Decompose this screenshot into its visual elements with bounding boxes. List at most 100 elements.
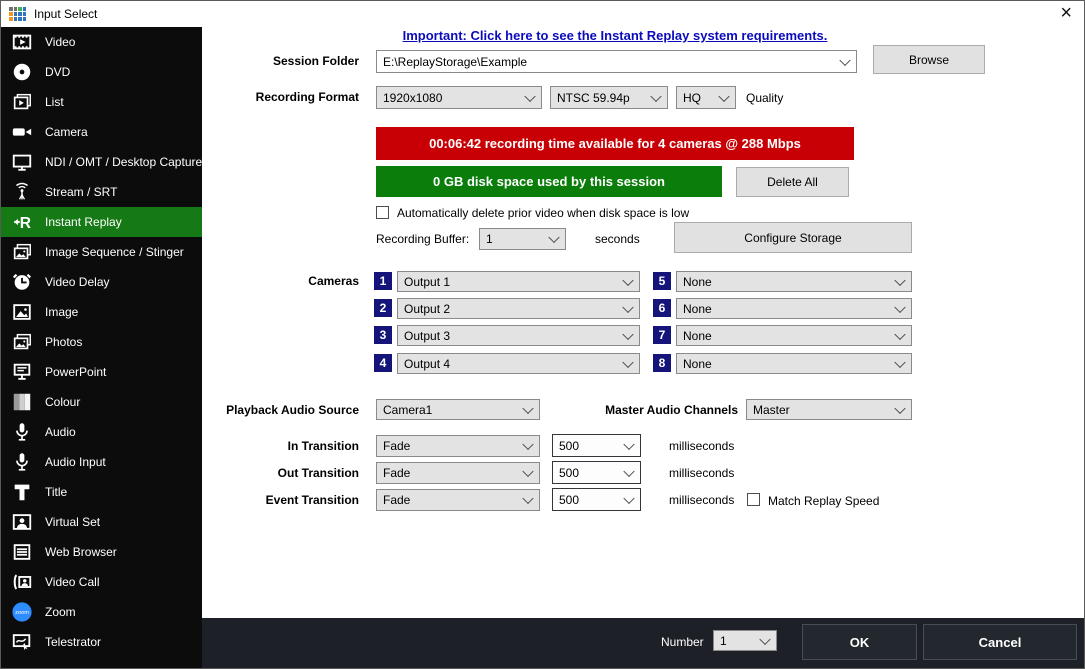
- sidebar-item-image[interactable]: Image: [1, 297, 202, 327]
- ok-button[interactable]: OK: [802, 624, 917, 660]
- event-transition-duration-combo[interactable]: 500: [552, 488, 641, 511]
- camera-6-source-combo[interactable]: None: [676, 298, 912, 319]
- cameras-label: Cameras: [201, 274, 359, 288]
- sidebar-item-camera[interactable]: Camera: [1, 117, 202, 147]
- configure-storage-button[interactable]: Configure Storage: [674, 222, 912, 253]
- microphone-icon: [11, 451, 33, 473]
- out-transition-duration-combo[interactable]: 500: [552, 461, 641, 484]
- camera-number-badge: 2: [374, 299, 392, 317]
- event-transition-unit: milliseconds: [669, 493, 734, 507]
- sidebar-item-web-browser[interactable]: Web Browser: [1, 537, 202, 567]
- camera-number-badge: 8: [653, 354, 671, 372]
- sidebar-item-powerpoint[interactable]: PowerPoint: [1, 357, 202, 387]
- camera-3-source-combo[interactable]: Output 3: [397, 325, 640, 346]
- playback-audio-source-label: Playback Audio Source: [161, 403, 359, 417]
- instant-replay-settings: Important: Click here to see the Instant…: [202, 27, 1084, 618]
- sidebar-item-ndi-omt-desktop-capture[interactable]: NDI / OMT / Desktop Capture: [1, 147, 202, 177]
- chevron-down-icon: [622, 328, 633, 339]
- out-transition-type-combo[interactable]: Fade: [376, 462, 540, 484]
- system-requirements-link[interactable]: Important: Click here to see the Instant…: [376, 28, 854, 43]
- chevron-down-icon: [650, 90, 661, 101]
- chevron-down-icon: [623, 438, 634, 449]
- video-icon: [11, 31, 33, 53]
- sidebar-item-label: Instant Replay: [45, 215, 122, 229]
- sidebar-item-dvd[interactable]: DVD: [1, 57, 202, 87]
- cancel-button[interactable]: Cancel: [923, 624, 1077, 660]
- sidebar-item-label: Audio Input: [45, 455, 106, 469]
- chevron-down-icon: [622, 274, 633, 285]
- image-icon: [11, 301, 33, 323]
- recording-buffer-unit: seconds: [595, 232, 640, 246]
- camera-number-badge: 7: [653, 326, 671, 344]
- sidebar-item-label: Image: [45, 305, 78, 319]
- camera-number-badge: 6: [653, 299, 671, 317]
- camera-4-source-combo[interactable]: Output 4: [397, 353, 640, 374]
- match-replay-speed-checkbox[interactable]: [747, 493, 760, 506]
- powerpoint-icon: [11, 361, 33, 383]
- sidebar-item-label: Photos: [45, 335, 82, 349]
- camera-8-source-combo[interactable]: None: [676, 353, 912, 374]
- event-transition-type-combo[interactable]: Fade: [376, 489, 540, 511]
- sidebar-item-video-delay[interactable]: Video Delay: [1, 267, 202, 297]
- auto-delete-checkbox[interactable]: [376, 206, 389, 219]
- sidebar-item-label: Telestrator: [45, 635, 101, 649]
- sidebar-item-label: Virtual Set: [45, 515, 100, 529]
- chevron-down-icon: [718, 90, 729, 101]
- sidebar-item-zoom[interactable]: Zoom: [1, 597, 202, 627]
- sidebar-item-stream-srt[interactable]: Stream / SRT: [1, 177, 202, 207]
- in-transition-duration-combo[interactable]: 500: [552, 434, 641, 457]
- camera-7-source-combo[interactable]: None: [676, 325, 912, 346]
- chevron-down-icon: [839, 54, 850, 65]
- recording-format-label: Recording Format: [181, 90, 359, 104]
- number-combo[interactable]: 1: [713, 630, 777, 651]
- sidebar-item-label: Stream / SRT: [45, 185, 117, 199]
- video-call-icon: [11, 571, 33, 593]
- camera-1-source-combo[interactable]: Output 1: [397, 271, 640, 292]
- camera-2-source-combo[interactable]: Output 2: [397, 298, 640, 319]
- sidebar-item-list[interactable]: List: [1, 87, 202, 117]
- match-replay-speed-label: Match Replay Speed: [768, 494, 879, 508]
- camera-number-badge: 3: [374, 326, 392, 344]
- in-transition-type-combo[interactable]: Fade: [376, 435, 540, 457]
- sidebar-item-video-call[interactable]: Video Call: [1, 567, 202, 597]
- camera-icon: [11, 121, 33, 143]
- playback-audio-source-combo[interactable]: Camera1: [376, 399, 540, 420]
- disk-space-banner: 0 GB disk space used by this session: [376, 166, 722, 197]
- in-transition-label: In Transition: [161, 439, 359, 453]
- master-audio-channels-combo[interactable]: Master: [746, 399, 912, 420]
- sidebar-item-instant-replay[interactable]: Instant Replay: [1, 207, 202, 237]
- chevron-down-icon: [548, 232, 559, 243]
- recording-buffer-combo[interactable]: 1: [479, 228, 566, 250]
- camera-5-source-combo[interactable]: None: [676, 271, 912, 292]
- sidebar-item-label: PowerPoint: [45, 365, 106, 379]
- sidebar-item-label: Image Sequence / Stinger: [45, 245, 184, 259]
- resolution-combo[interactable]: 1920x1080: [376, 86, 542, 109]
- quality-combo[interactable]: HQ: [676, 86, 736, 109]
- in-transition-unit: milliseconds: [669, 439, 734, 453]
- virtual-set-icon: [11, 511, 33, 533]
- sidebar-item-image-sequence-stinger[interactable]: Image Sequence / Stinger: [1, 237, 202, 267]
- sidebar-item-label: Video: [45, 35, 75, 49]
- list-icon: [11, 91, 33, 113]
- chevron-down-icon: [522, 402, 533, 413]
- sidebar-item-label: List: [45, 95, 64, 109]
- camera-number-badge: 1: [374, 272, 392, 290]
- session-folder-combo[interactable]: E:\ReplayStorage\Example: [376, 50, 857, 73]
- sidebar-item-virtual-set[interactable]: Virtual Set: [1, 507, 202, 537]
- sidebar-item-photos[interactable]: Photos: [1, 327, 202, 357]
- chevron-down-icon: [522, 466, 533, 477]
- frame-rate-combo[interactable]: NTSC 59.94p: [550, 86, 668, 109]
- zoom-logo-icon: [11, 601, 33, 623]
- chevron-down-icon: [623, 465, 634, 476]
- browse-button[interactable]: Browse: [873, 45, 985, 74]
- input-type-sidebar: Video DVD List Camera NDI / OMT / Deskto…: [1, 27, 202, 668]
- instant-replay-icon: [11, 211, 33, 233]
- close-icon[interactable]: ×: [1060, 3, 1072, 23]
- image-sequence-icon: [11, 241, 33, 263]
- sidebar-item-telestrator[interactable]: Telestrator: [1, 627, 202, 657]
- chevron-down-icon: [894, 356, 905, 367]
- delete-all-button[interactable]: Delete All: [736, 167, 849, 197]
- sidebar-item-video[interactable]: Video: [1, 27, 202, 57]
- number-label: Number: [661, 635, 704, 649]
- chevron-down-icon: [522, 493, 533, 504]
